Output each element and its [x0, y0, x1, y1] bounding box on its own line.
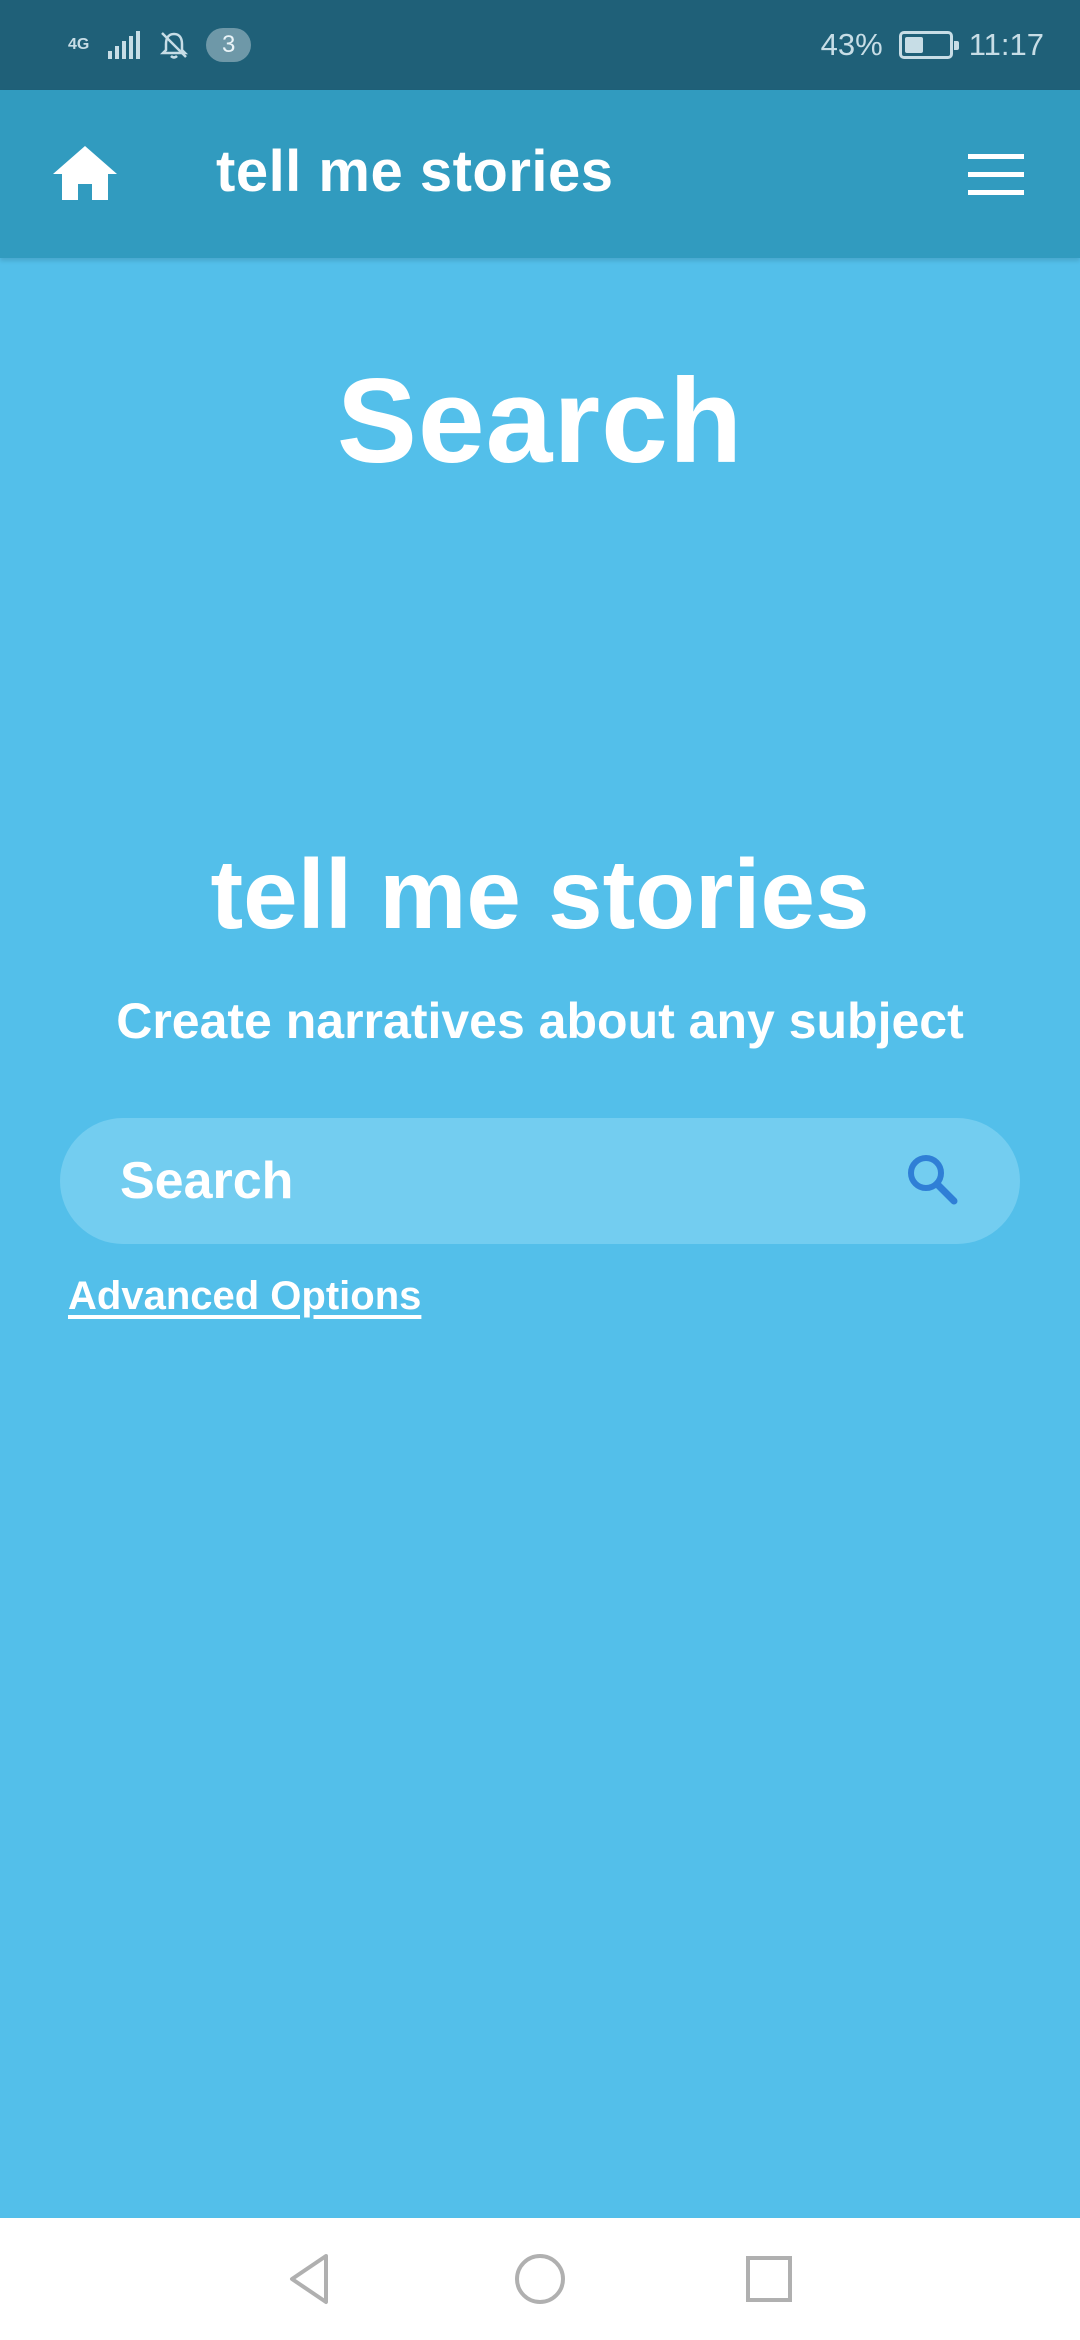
status-right: 43% 11:17: [821, 27, 1044, 63]
search-button[interactable]: [904, 1151, 960, 1212]
recents-square-icon: [746, 2256, 792, 2302]
bell-muted-icon: [159, 32, 189, 59]
system-nav-bar: [0, 2218, 1080, 2340]
app-title: tell me stories: [216, 139, 614, 204]
network-type: 4G: [68, 36, 90, 53]
status-left: 4G 3: [68, 28, 252, 62]
battery-percent: 43%: [820, 27, 883, 62]
home-button[interactable]: [50, 142, 120, 206]
hamburger-menu-icon: [968, 154, 1024, 195]
search-icon: [908, 1154, 958, 1204]
home-icon: [53, 146, 117, 200]
notification-count-badge: 3: [206, 28, 252, 62]
app-bar: tell me stories: [0, 90, 1080, 258]
nav-back-button[interactable]: [274, 2244, 344, 2314]
back-triangle-icon: [290, 2254, 328, 2304]
nav-home-button[interactable]: [505, 2244, 575, 2314]
signal-icon: [108, 31, 140, 59]
battery-icon: [898, 31, 959, 59]
menu-button[interactable]: [966, 150, 1026, 200]
tagline: Create narratives about any subject: [116, 993, 964, 1049]
battery-fill: [904, 37, 923, 53]
home-circle-icon: [515, 2254, 565, 2304]
clock: 11:17: [968, 27, 1044, 62]
page-title: Search: [336, 354, 744, 488]
search-box: [60, 1118, 1020, 1244]
nav-recents-button[interactable]: [734, 2244, 804, 2314]
status-bar: 4G 3 43% 11:17: [0, 0, 1080, 90]
advanced-options-link[interactable]: Advanced Options: [68, 1274, 421, 1319]
hero-title: tell me stories: [210, 839, 870, 949]
search-input[interactable]: [120, 1151, 904, 1211]
